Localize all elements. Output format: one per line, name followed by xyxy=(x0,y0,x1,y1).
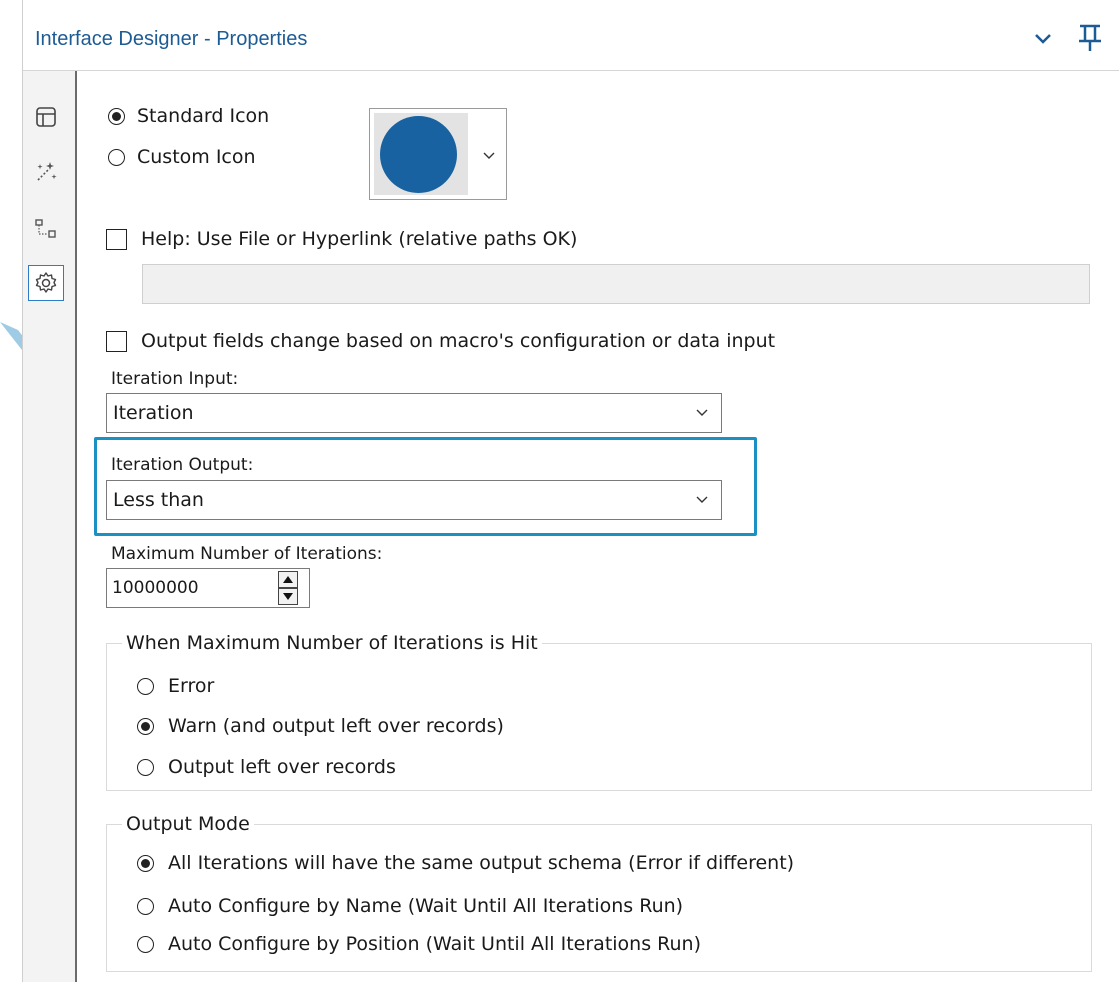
standard-icon-option[interactable]: Standard Icon xyxy=(108,105,269,127)
iteration-input-value: Iteration xyxy=(113,402,194,424)
custom-icon-label: Custom Icon xyxy=(137,146,256,168)
settings-button[interactable] xyxy=(28,265,64,301)
max-hit-radio-output-left-over[interactable] xyxy=(137,758,154,776)
output-mode-label-same-schema: All Iterations will have the same output… xyxy=(168,852,795,874)
tree-icon xyxy=(35,219,56,238)
max-iterations-label: Maximum Number of Iterations: xyxy=(111,544,383,564)
iteration-output-dropdown[interactable]: Less than xyxy=(106,480,722,520)
chevron-down-icon xyxy=(696,496,708,503)
icon-picker[interactable] xyxy=(369,108,507,200)
output-fields-label: Output fields change based on macro's co… xyxy=(141,330,776,352)
circle-icon xyxy=(380,116,457,193)
standard-icon-radio[interactable] xyxy=(108,107,125,125)
standard-icon-label: Standard Icon xyxy=(137,105,270,127)
help-path-input[interactable] xyxy=(142,264,1090,304)
max-hit-radio-warn[interactable] xyxy=(137,717,154,735)
max-hit-option-error[interactable]: Error xyxy=(137,675,214,697)
pin-icon[interactable] xyxy=(1077,24,1103,56)
max-hit-label-error: Error xyxy=(168,675,215,697)
layout-view-button[interactable] xyxy=(28,99,64,135)
chevron-down-icon xyxy=(483,152,495,159)
output-mode-option-by-position[interactable]: Auto Configure by Position (Wait Until A… xyxy=(137,933,701,955)
spin-down-button[interactable] xyxy=(278,588,298,605)
max-hit-label-output-left-over: Output left over records xyxy=(168,756,396,778)
iteration-output-label: Iteration Output: xyxy=(111,455,254,475)
wizard-button[interactable] xyxy=(28,154,64,190)
layout-icon xyxy=(36,107,56,127)
max-hit-option-output-left-over[interactable]: Output left over records xyxy=(137,756,396,778)
max-hit-option-warn[interactable]: Warn (and output left over records) xyxy=(137,715,504,737)
output-mode-radio-by-position[interactable] xyxy=(137,935,154,953)
collapse-chevron-icon[interactable] xyxy=(1034,30,1052,49)
custom-icon-radio[interactable] xyxy=(108,148,125,166)
icon-preview xyxy=(374,113,468,195)
help-label: Help: Use File or Hyperlink (relative pa… xyxy=(141,228,578,250)
output-mode-group-title: Output Mode xyxy=(122,813,254,835)
arrow-up-icon xyxy=(283,576,293,583)
max-iterations-value: 10000000 xyxy=(112,578,199,598)
output-mode-option-by-name[interactable]: Auto Configure by Name (Wait Until All I… xyxy=(137,895,683,917)
max-hit-radio-error[interactable] xyxy=(137,677,154,695)
help-checkbox[interactable] xyxy=(106,228,127,250)
sidebar xyxy=(23,71,77,982)
output-mode-option-same-schema[interactable]: All Iterations will have the same output… xyxy=(137,852,794,874)
output-mode-radio-same-schema[interactable] xyxy=(137,854,154,872)
spin-up-button[interactable] xyxy=(278,571,298,588)
panel-title: Interface Designer - Properties xyxy=(35,28,308,50)
output-mode-label-by-position: Auto Configure by Position (Wait Until A… xyxy=(168,933,702,955)
max-hit-label-warn: Warn (and output left over records) xyxy=(168,715,504,737)
tree-view-button[interactable] xyxy=(28,211,64,247)
output-fields-checkbox[interactable] xyxy=(106,330,127,352)
iteration-output-value: Less than xyxy=(113,489,204,511)
output-mode-label-by-name: Auto Configure by Name (Wait Until All I… xyxy=(168,895,684,917)
max-hit-group-title: When Maximum Number of Iterations is Hit xyxy=(122,632,542,654)
help-option[interactable]: Help: Use File or Hyperlink (relative pa… xyxy=(106,228,577,250)
custom-icon-option[interactable]: Custom Icon xyxy=(108,146,256,168)
output-mode-radio-by-name[interactable] xyxy=(137,897,154,915)
iteration-input-label: Iteration Input: xyxy=(111,369,239,389)
gear-icon xyxy=(35,272,57,293)
magic-wand-icon xyxy=(37,162,57,181)
iteration-input-dropdown[interactable]: Iteration xyxy=(106,393,722,433)
left-background xyxy=(0,0,22,982)
chevron-down-icon xyxy=(696,409,708,416)
arrow-down-icon xyxy=(283,593,293,600)
properties-content: Standard Icon Custom Icon Help: Use File… xyxy=(78,71,1119,982)
output-fields-option[interactable]: Output fields change based on macro's co… xyxy=(106,330,775,352)
